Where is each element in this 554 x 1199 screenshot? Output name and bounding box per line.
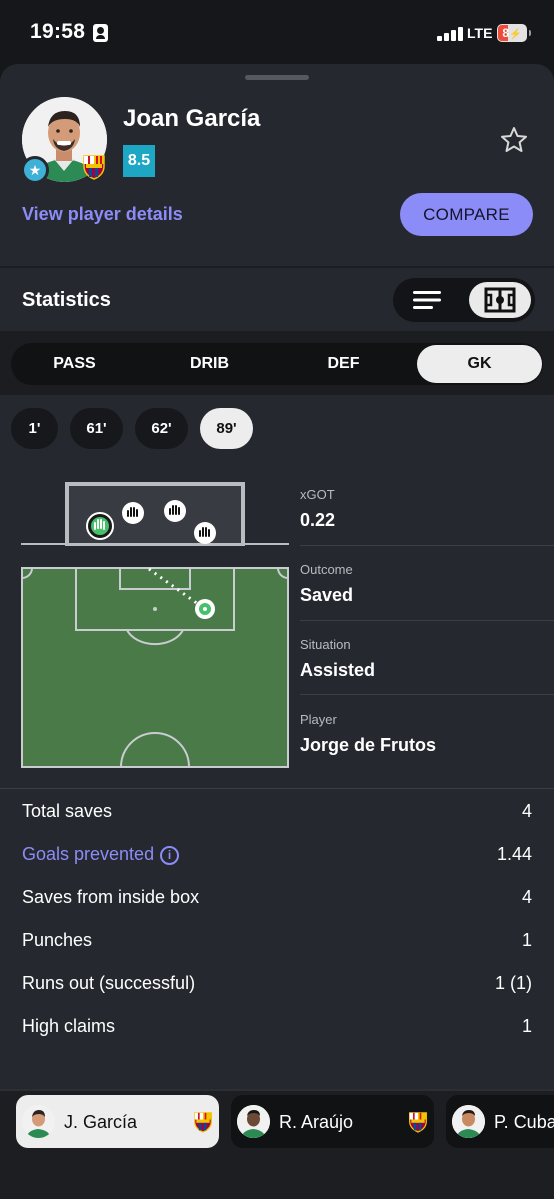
tab-gk[interactable]: GK (417, 345, 542, 383)
shooter-label: Player (300, 712, 337, 727)
stat-label: High claims (22, 1016, 116, 1036)
info-icon[interactable]: i (160, 846, 180, 865)
stat-value: 1 (521, 930, 532, 950)
battery-icon: 8⚡ (497, 24, 531, 42)
stat-row: Saves from inside box 4 (22, 887, 532, 911)
tab-pass[interactable]: PASS (12, 343, 137, 385)
stat-row: Punches 1 (22, 930, 532, 954)
minute-chip-active[interactable]: 89' (200, 408, 253, 449)
shooter-value: Jorge de Frutos (300, 735, 437, 755)
barcelona-crest-icon (193, 1111, 213, 1133)
shot-location-marker (195, 599, 215, 619)
player-chip-name: P. Cuba (494, 1112, 554, 1132)
shot-map-pitch (21, 567, 289, 768)
player-avatar (237, 1105, 270, 1138)
stat-label: Goals prevented (22, 844, 155, 864)
sheet-grab-handle[interactable] (245, 75, 309, 80)
tab-def[interactable]: DEF (281, 343, 406, 385)
stat-value: 4 (521, 801, 532, 821)
goals-prevented-link[interactable]: Goals prevented i (22, 844, 180, 865)
minute-chip[interactable]: 61' (70, 408, 123, 449)
situation-label: Situation (300, 637, 351, 652)
network-type: LTE (467, 25, 493, 41)
player-chip-active[interactable]: J. García (16, 1095, 219, 1148)
xgot-value: 0.22 (300, 510, 336, 530)
stat-value: 1.44 (496, 844, 532, 864)
situation-value: Assisted (300, 660, 376, 680)
outcome-value: Saved (300, 585, 354, 605)
glove-icon (164, 500, 186, 522)
shooter-info: Player Jorge de Frutos (300, 712, 554, 756)
xgot-info: xGOT 0.22 (300, 487, 554, 531)
player-chip[interactable]: P. Cuba (446, 1095, 554, 1148)
outcome-label: Outcome (300, 562, 353, 577)
barcelona-crest-icon (408, 1111, 428, 1133)
glove-icon (194, 522, 216, 544)
stat-row: High claims 1 (22, 1016, 532, 1040)
stat-label: Punches (22, 930, 93, 950)
player-chip[interactable]: R. Araújo (231, 1095, 434, 1148)
player-sheet: ★ Joan García 8.5 View player details CO… (0, 64, 554, 1199)
player-chip-name: R. Araújo (279, 1112, 354, 1132)
stat-value: 4 (521, 887, 532, 907)
signal-icon (437, 27, 463, 41)
xgot-label: xGOT (300, 487, 335, 502)
divider (0, 1089, 554, 1091)
stat-label: Total saves (22, 801, 113, 821)
divider (300, 694, 554, 695)
situation-info: Situation Assisted (300, 637, 554, 681)
stat-row[interactable]: Goals prevented i 1.44 (22, 844, 532, 868)
stat-value: 1 (1) (494, 973, 532, 993)
player-avatar (452, 1105, 485, 1138)
view-toggle (393, 278, 535, 322)
view-player-details-link[interactable]: View player details (22, 204, 183, 225)
compare-button[interactable]: COMPARE (400, 193, 533, 236)
stat-value: 1 (521, 1016, 532, 1036)
status-time: 19:58 (30, 20, 86, 43)
glove-icon (122, 502, 144, 524)
outcome-info: Outcome Saved (300, 562, 554, 606)
lineup-switcher: J. García R. Araújo P. Cuba (0, 1089, 554, 1199)
status-bar: 19:58 LTE 8⚡ (0, 0, 554, 66)
divider (300, 620, 554, 621)
minute-chip[interactable]: 1' (11, 408, 58, 449)
stat-row: Total saves 4 (22, 801, 532, 825)
statistics-title: Statistics (22, 289, 111, 311)
player-avatar (22, 1105, 55, 1138)
tab-drib[interactable]: DRIB (147, 343, 272, 385)
divider (300, 545, 554, 546)
stat-category-tabs: PASS DRIB DEF GK (11, 343, 543, 385)
minute-chip[interactable]: 62' (135, 408, 188, 449)
goal-frame-diagram (21, 482, 289, 546)
focus-person-icon (93, 24, 108, 42)
divider (0, 266, 554, 268)
save-glove-icon (86, 512, 114, 540)
star-player-badge-icon: ★ (21, 156, 49, 184)
player-name: Joan García (123, 105, 261, 132)
divider (0, 788, 554, 789)
stat-label: Runs out (successful) (22, 973, 196, 993)
stat-label: Saves from inside box (22, 887, 200, 907)
player-rating: 8.5 (123, 145, 155, 177)
stat-row: Runs out (successful) 1 (1) (22, 973, 532, 997)
barcelona-crest-icon (82, 154, 106, 180)
pitch-view-icon[interactable] (469, 282, 531, 318)
list-view-icon[interactable] (405, 284, 459, 316)
favorite-star-icon[interactable] (498, 124, 530, 156)
player-chip-name: J. García (64, 1112, 138, 1132)
